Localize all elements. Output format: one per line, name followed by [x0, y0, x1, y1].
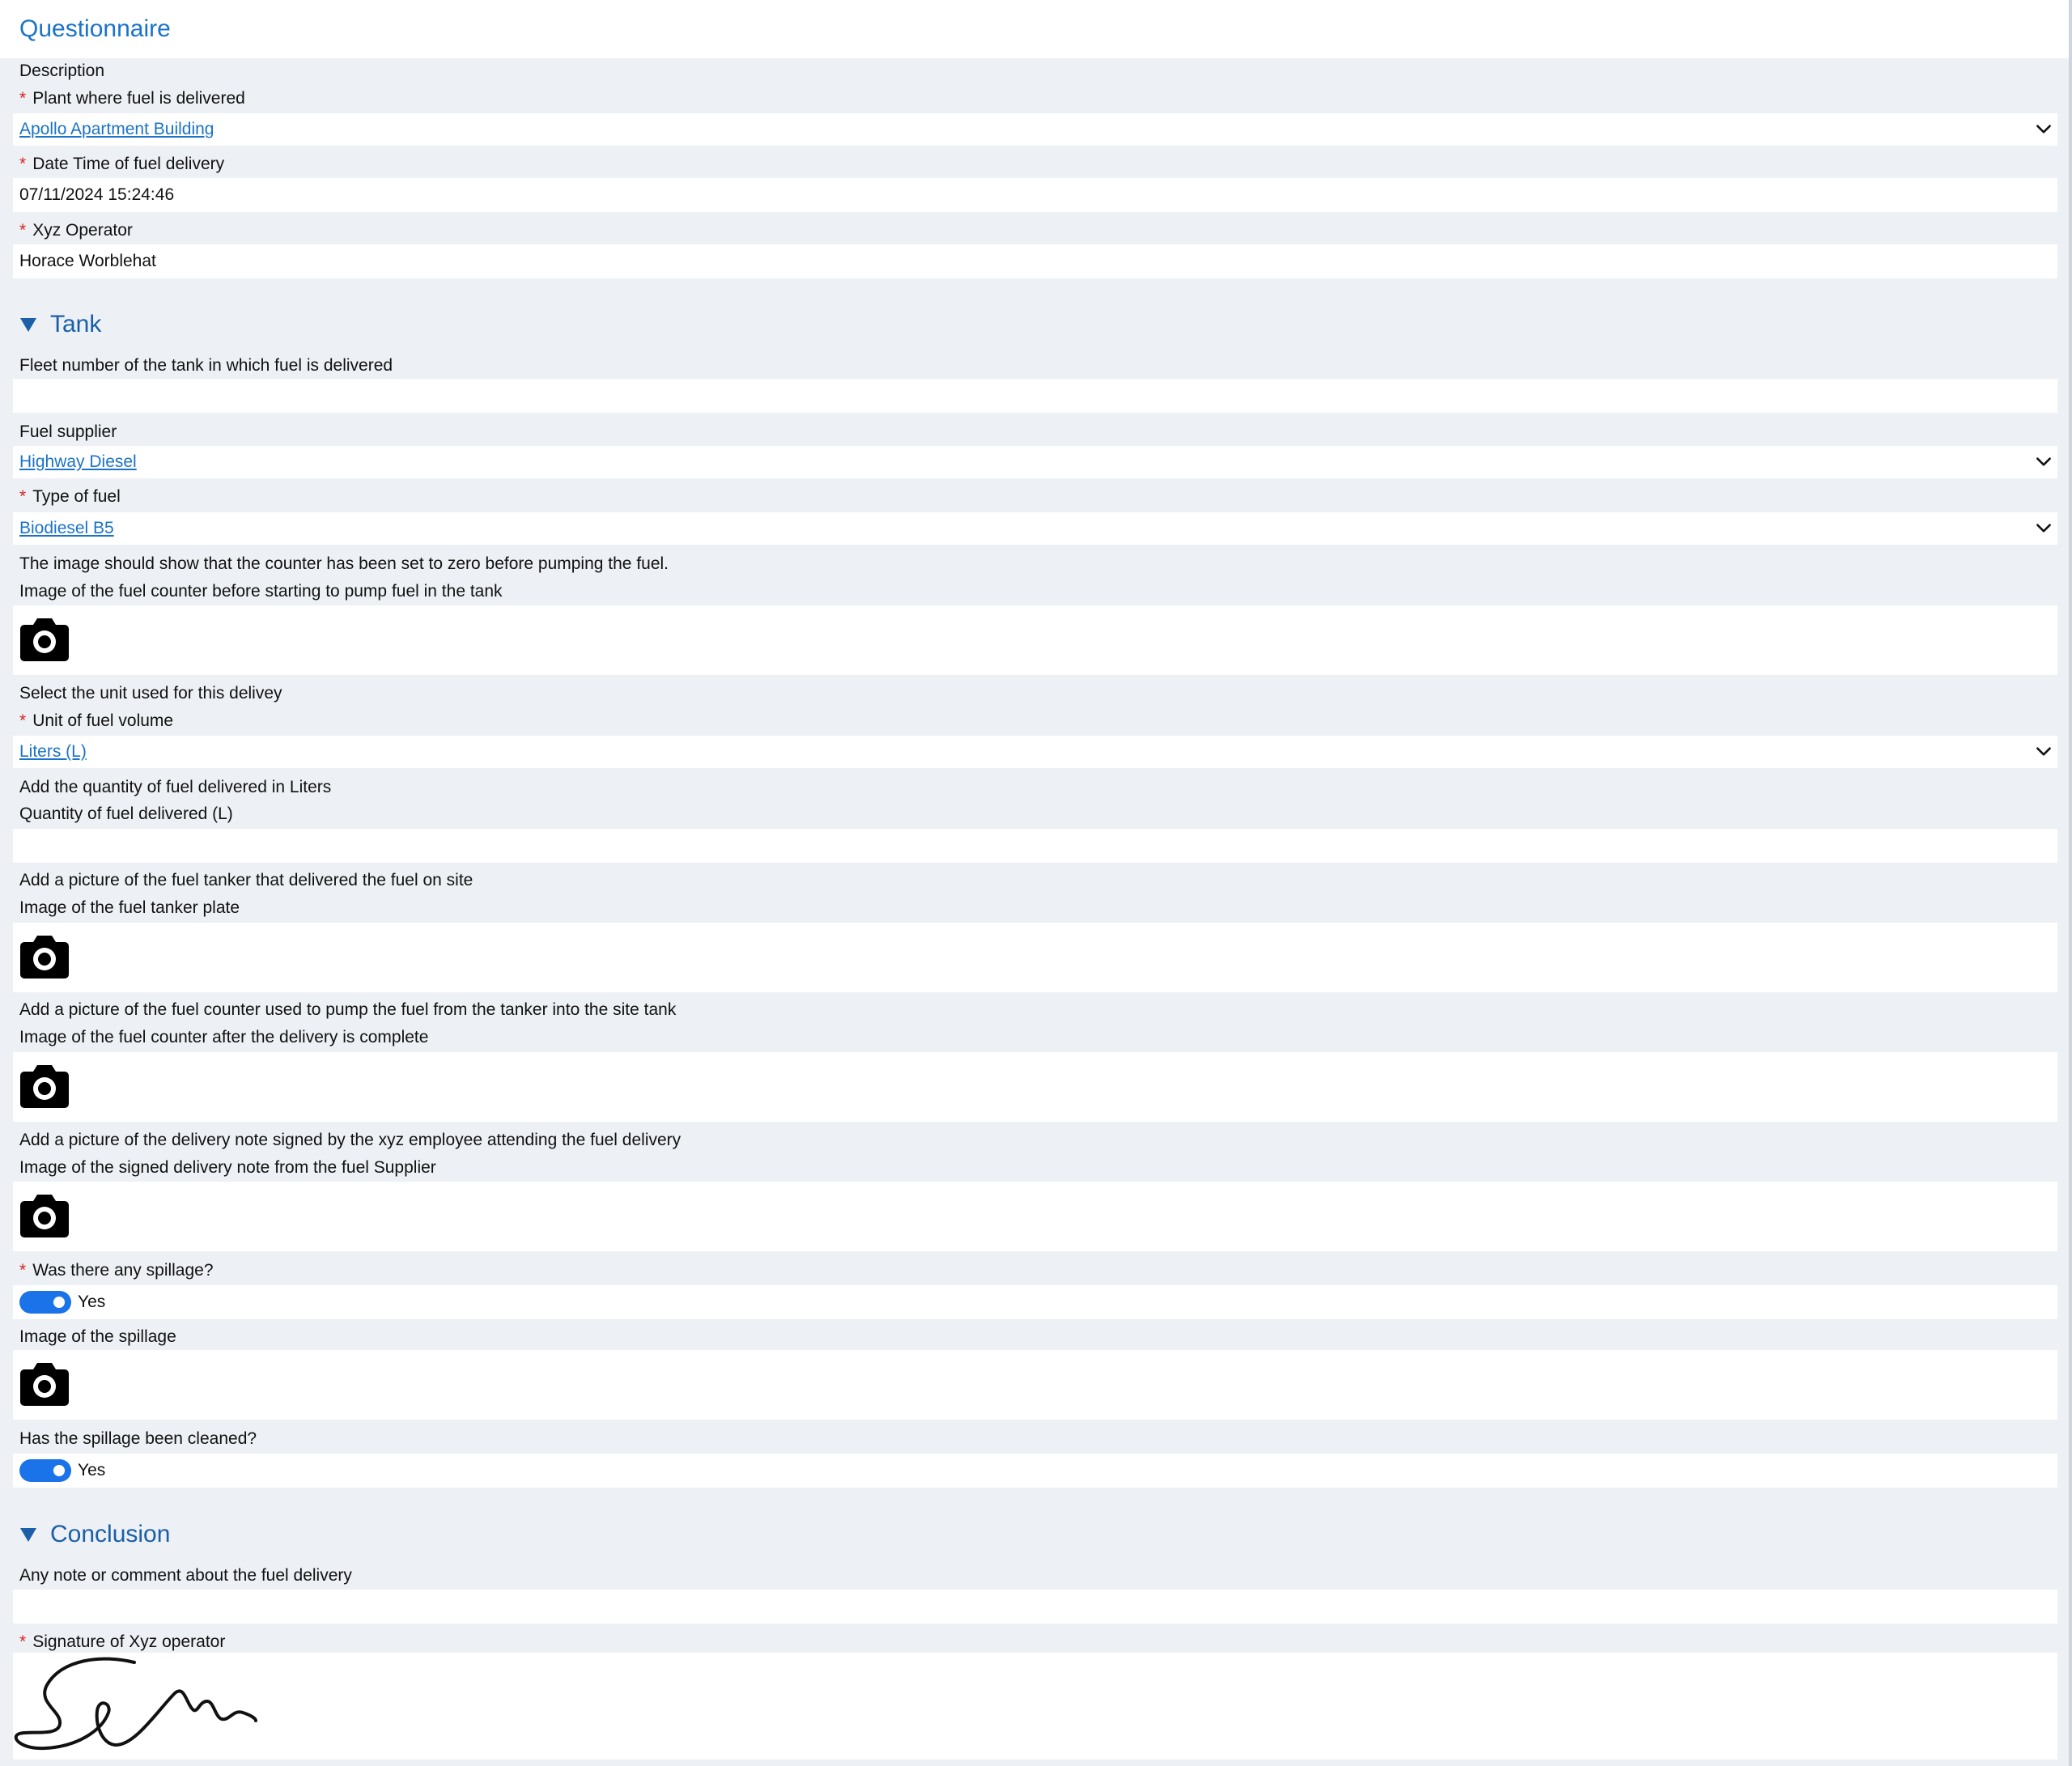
fuel-type-select[interactable]: Biodiesel B5 — [13, 512, 2057, 545]
plant-label-text: Plant where fuel is delivered — [32, 89, 245, 108]
spillage-cleaned-toggle[interactable] — [19, 1459, 71, 1482]
delivery-datetime-label-text: Date Time of fuel delivery — [32, 155, 225, 173]
quantity-label: Quantity of fuel delivered (L) — [19, 804, 233, 823]
signature-label: * Signature of Xyz operator — [19, 1632, 225, 1653]
plant-value[interactable]: Apollo Apartment Building — [19, 119, 214, 140]
toggle-knob — [53, 1297, 65, 1308]
signature-pad[interactable] — [13, 1653, 2057, 1760]
page-title: Questionnaire — [19, 15, 171, 42]
camera-icon[interactable] — [19, 932, 70, 979]
delivery-datetime-field[interactable]: 07/11/2024 15:24:46 — [13, 178, 2057, 212]
fleet-number-input[interactable] — [13, 379, 2057, 413]
comment-input[interactable] — [13, 1590, 2057, 1624]
toggle-knob — [53, 1465, 65, 1476]
delivery-note-hint: Add a picture of the delivery note signe… — [19, 1131, 681, 1149]
description-label: Description — [19, 62, 105, 80]
quantity-hint: Add the quantity of fuel delivered in Li… — [19, 778, 332, 796]
chevron-down-icon[interactable] — [2033, 518, 2054, 539]
spillage-label: * Was there any spillage? — [19, 1260, 214, 1281]
delivery-note-image-label: Image of the signed delivery note from t… — [19, 1158, 436, 1177]
fuel-supplier-label: Fuel supplier — [19, 422, 117, 441]
tank-section-header[interactable]: Tank — [19, 308, 101, 341]
required-marker: * — [19, 221, 27, 240]
spillage-image-label: Image of the spillage — [19, 1327, 176, 1346]
signature-label-text: Signature of Xyz operator — [32, 1632, 226, 1651]
tanker-plate-image-label: Image of the fuel tanker plate — [19, 898, 240, 917]
spillage-cleaned-label: Has the spillage been cleaned? — [19, 1429, 257, 1448]
camera-icon[interactable] — [19, 615, 70, 662]
spillage-cleaned-toggle-row — [13, 1454, 2057, 1488]
spillage-toggle-row — [13, 1285, 2057, 1319]
counter-after-image-field[interactable] — [13, 1052, 2057, 1122]
counter-before-image-label: Image of the fuel counter before startin… — [19, 582, 503, 601]
triangle-down-icon[interactable] — [19, 316, 37, 333]
counter-hint: The image should show that the counter h… — [19, 554, 669, 573]
chevron-down-icon[interactable] — [2033, 119, 2054, 140]
volume-unit-label: * Unit of fuel volume — [19, 711, 173, 732]
unit-hint: Select the unit used for this delivey — [19, 684, 282, 703]
spillage-label-text: Was there any spillage? — [32, 1261, 214, 1280]
fuel-type-label: * Type of fuel — [19, 486, 121, 507]
volume-unit-value[interactable]: Liters (L) — [19, 741, 87, 762]
camera-icon[interactable] — [19, 1062, 70, 1109]
fuel-supplier-value[interactable]: Highway Diesel — [19, 452, 137, 473]
conclusion-section-title: Conclusion — [50, 1521, 171, 1547]
volume-unit-select[interactable]: Liters (L) — [13, 736, 2057, 768]
plant-select[interactable]: Apollo Apartment Building — [13, 113, 2057, 146]
required-marker: * — [19, 1632, 27, 1651]
required-marker: * — [19, 711, 27, 730]
tank-section-title: Tank — [50, 311, 102, 337]
spillage-toggle[interactable] — [19, 1291, 71, 1314]
chevron-down-icon[interactable] — [2033, 452, 2054, 473]
conclusion-section-header[interactable]: Conclusion — [19, 1518, 170, 1551]
fuel-supplier-select[interactable]: Highway Diesel — [13, 446, 2057, 478]
signature-drawing — [14, 1657, 257, 1751]
counter-before-image-field[interactable] — [13, 605, 2057, 675]
delivery-datetime-value[interactable]: 07/11/2024 15:24:46 — [19, 185, 174, 206]
chevron-down-icon[interactable] — [2033, 741, 2054, 762]
fuel-type-label-text: Type of fuel — [32, 487, 121, 506]
triangle-down-icon[interactable] — [19, 1526, 37, 1543]
delivery-note-image-field[interactable] — [13, 1182, 2057, 1251]
fleet-number-label: Fleet number of the tank in which fuel i… — [19, 356, 393, 375]
camera-icon[interactable] — [19, 1360, 70, 1407]
operator-value[interactable]: Horace Worblehat — [19, 251, 156, 272]
fuel-type-value[interactable]: Biodiesel B5 — [19, 518, 114, 539]
counter-after-image-label: Image of the fuel counter after the deli… — [19, 1028, 429, 1046]
quantity-input[interactable] — [13, 829, 2057, 863]
operator-label: * Xyz Operator — [19, 220, 133, 241]
spillage-image-field[interactable] — [13, 1350, 2057, 1420]
operator-label-text: Xyz Operator — [32, 221, 133, 240]
tanker-hint: Add a picture of the fuel tanker that de… — [19, 871, 473, 889]
spillage-cleaned-value: Yes — [78, 1461, 106, 1479]
comment-label: Any note or comment about the fuel deliv… — [19, 1566, 352, 1585]
operator-field[interactable]: Horace Worblehat — [13, 244, 2057, 278]
required-marker: * — [19, 487, 27, 506]
required-marker: * — [19, 1261, 27, 1280]
scrollbar-track[interactable] — [2069, 0, 2072, 1766]
volume-unit-label-text: Unit of fuel volume — [32, 711, 174, 730]
plant-label: * Plant where fuel is delivered — [19, 88, 245, 109]
camera-icon[interactable] — [19, 1191, 70, 1238]
delivery-datetime-label: * Date Time of fuel delivery — [19, 154, 224, 175]
tanker-plate-image-field[interactable] — [13, 923, 2057, 992]
required-marker: * — [19, 155, 27, 173]
header-band — [0, 0, 2072, 58]
required-marker: * — [19, 89, 27, 108]
counter-after-hint: Add a picture of the fuel counter used t… — [19, 1000, 677, 1019]
spillage-value: Yes — [78, 1293, 106, 1311]
